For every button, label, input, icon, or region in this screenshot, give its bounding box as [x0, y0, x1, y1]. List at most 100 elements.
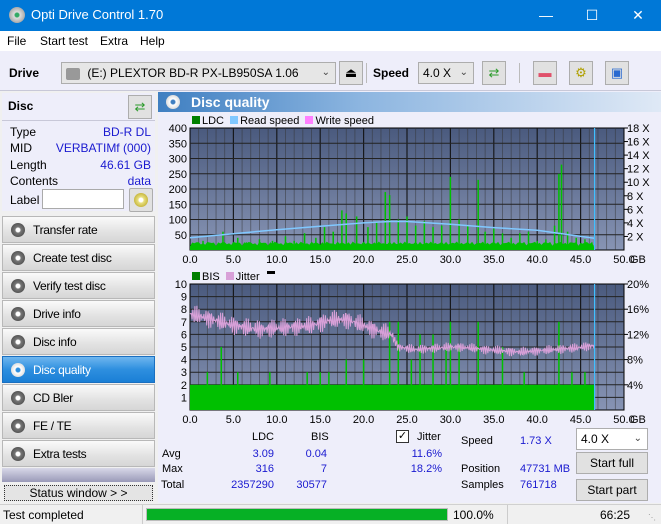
avg-ldc: 3.09	[252, 448, 274, 460]
disc-icon	[134, 193, 148, 207]
max-ldc: 316	[255, 463, 274, 475]
disc-type-value: BD-R DL	[102, 125, 151, 139]
y2-tick-label: 16 X	[627, 137, 650, 149]
disc-header: Disc	[8, 99, 34, 113]
menu-start-test[interactable]: Start test	[40, 34, 88, 48]
nav-transfer-rate[interactable]: Transfer rate	[2, 216, 155, 243]
nav-label: Disc quality	[33, 363, 91, 377]
x-tick-label: 40.0	[526, 254, 547, 265]
jitter-checkbox[interactable]: ✓	[396, 430, 409, 443]
disc-quality-icon	[166, 95, 180, 109]
disc-label-input[interactable]	[42, 189, 124, 209]
position-label: Position	[461, 463, 501, 475]
disc-quality-header: Disc quality	[158, 92, 661, 112]
nav-create-test-disc[interactable]: Create test disc	[2, 244, 155, 271]
eject-button[interactable]: ⏏	[339, 61, 363, 85]
bis-baseline-area	[190, 384, 595, 410]
x-tick-label: 45.0	[570, 254, 591, 265]
x-tick-label: 5.0	[226, 254, 241, 265]
max-jitter: 18.2%	[410, 463, 442, 475]
nav-extra-tests[interactable]: Extra tests	[2, 440, 155, 467]
y-tick-label: 6	[181, 329, 187, 341]
resize-grip[interactable]: ⋱	[648, 513, 656, 522]
nav-disc-info[interactable]: Disc info	[2, 328, 155, 355]
y2-tick-label: 20%	[627, 279, 649, 291]
avg-bis: 0.04	[305, 448, 327, 460]
disc-panel: Disc ⇄ Type BD-R DL MID VERBATIMf (000) …	[2, 93, 155, 212]
disc-icon	[11, 419, 25, 433]
refresh-icon: ⇄	[134, 99, 146, 114]
start-full-button[interactable]: Start full	[576, 452, 648, 474]
disc-icon	[11, 335, 25, 349]
nav-label: FE / TE	[33, 419, 72, 433]
close-button[interactable]: ✕	[615, 0, 661, 31]
erase-button[interactable]: ▬	[533, 61, 557, 85]
speed-label: Speed	[373, 66, 410, 80]
test-speed-select[interactable]: 4.0 X ⌄	[576, 428, 648, 450]
status-divider	[507, 505, 508, 524]
nav-disc-quality[interactable]: Disc quality	[2, 356, 155, 383]
menu-extra[interactable]: Extra	[100, 34, 128, 48]
disc-icon	[11, 391, 25, 405]
y-tick-label: 1	[181, 392, 187, 404]
y2-tick-label: 18 X	[627, 123, 650, 135]
total-ldc: 2357290	[231, 479, 274, 491]
refresh-button[interactable]: ⇄	[482, 61, 506, 85]
disc-icon	[11, 223, 25, 237]
total-label: Total	[161, 479, 185, 491]
settings-icon: ⚙	[575, 65, 587, 80]
nav-filler	[2, 468, 155, 482]
ldc-column-header: LDC	[252, 431, 275, 443]
disc-type-label: Type	[10, 125, 37, 139]
disc-icon	[11, 251, 25, 265]
disc-label-button[interactable]	[129, 188, 153, 212]
toolbar: Drive (E:) PLEXTOR BD-R PX-LB950SA 1.06 …	[0, 51, 661, 91]
nav-fe-te[interactable]: FE / TE	[2, 412, 155, 439]
y2-tick-label: 8%	[627, 355, 643, 367]
x-tick-label: 0.0	[182, 254, 197, 265]
x-tick-label: 15.0	[309, 254, 330, 265]
save-button[interactable]: ▣	[605, 61, 629, 85]
status-divider	[142, 505, 143, 524]
x-tick-label: 30.0	[440, 254, 461, 265]
y2-tick-label: 16%	[627, 304, 649, 316]
disc-mid-label: MID	[10, 141, 32, 155]
disc-icon	[11, 279, 25, 293]
y-tick-label: 150	[169, 199, 187, 211]
bis-jitter-chart: 12345678910 4% 8% 12% 16% 20% 0.0 5.0 10.0 15.0 20…	[175, 279, 649, 424]
y-tick-label: 250	[169, 169, 187, 181]
x-tick-label: 30.0	[440, 414, 461, 424]
max-label: Max	[162, 463, 183, 475]
disc-contents-value: data	[127, 174, 151, 188]
y-tick-label: 7	[181, 317, 187, 329]
nav-drive-info[interactable]: Drive info	[2, 300, 155, 327]
disc-icon	[11, 447, 25, 461]
drive-select[interactable]: (E:) PLEXTOR BD-R PX-LB950SA 1.06 ⌄	[61, 62, 336, 84]
speed-select[interactable]: 4.0 X ⌄	[418, 62, 474, 84]
x-tick-label: 10.0	[266, 254, 287, 265]
menu-help[interactable]: Help	[140, 34, 165, 48]
settings-button[interactable]: ⚙	[569, 61, 593, 85]
nav-label: Verify test disc	[33, 279, 106, 293]
progress-text: 100.0%	[453, 508, 494, 522]
nav-label: Transfer rate	[33, 223, 98, 237]
maximize-button[interactable]: ☐	[569, 0, 615, 31]
y-tick-label: 4	[181, 355, 187, 367]
disc-refresh-button[interactable]: ⇄	[128, 95, 152, 119]
x-tick-label: 25.0	[396, 254, 417, 265]
nav-cd-bler[interactable]: CD Bler	[2, 384, 155, 411]
nav-verify-test-disc[interactable]: Verify test disc	[2, 272, 155, 299]
minimize-button[interactable]: —	[523, 0, 569, 31]
y2-tick-label: 2 X	[627, 231, 644, 243]
x-tick-label: 40.0	[526, 414, 547, 424]
x-tick-label: 35.0	[483, 414, 504, 424]
menu-file[interactable]: File	[7, 34, 26, 48]
x-tick-label: 25.0	[396, 414, 417, 424]
start-part-button[interactable]: Start part	[576, 479, 648, 501]
status-window-button[interactable]: Status window > >	[4, 485, 153, 501]
speed-select-value: 4.0 X	[423, 66, 452, 80]
legend-marker	[266, 271, 275, 274]
drive-label: Drive	[9, 66, 40, 80]
position-value: 47731 MB	[520, 463, 571, 475]
y2-tick-label: 12%	[627, 329, 649, 341]
